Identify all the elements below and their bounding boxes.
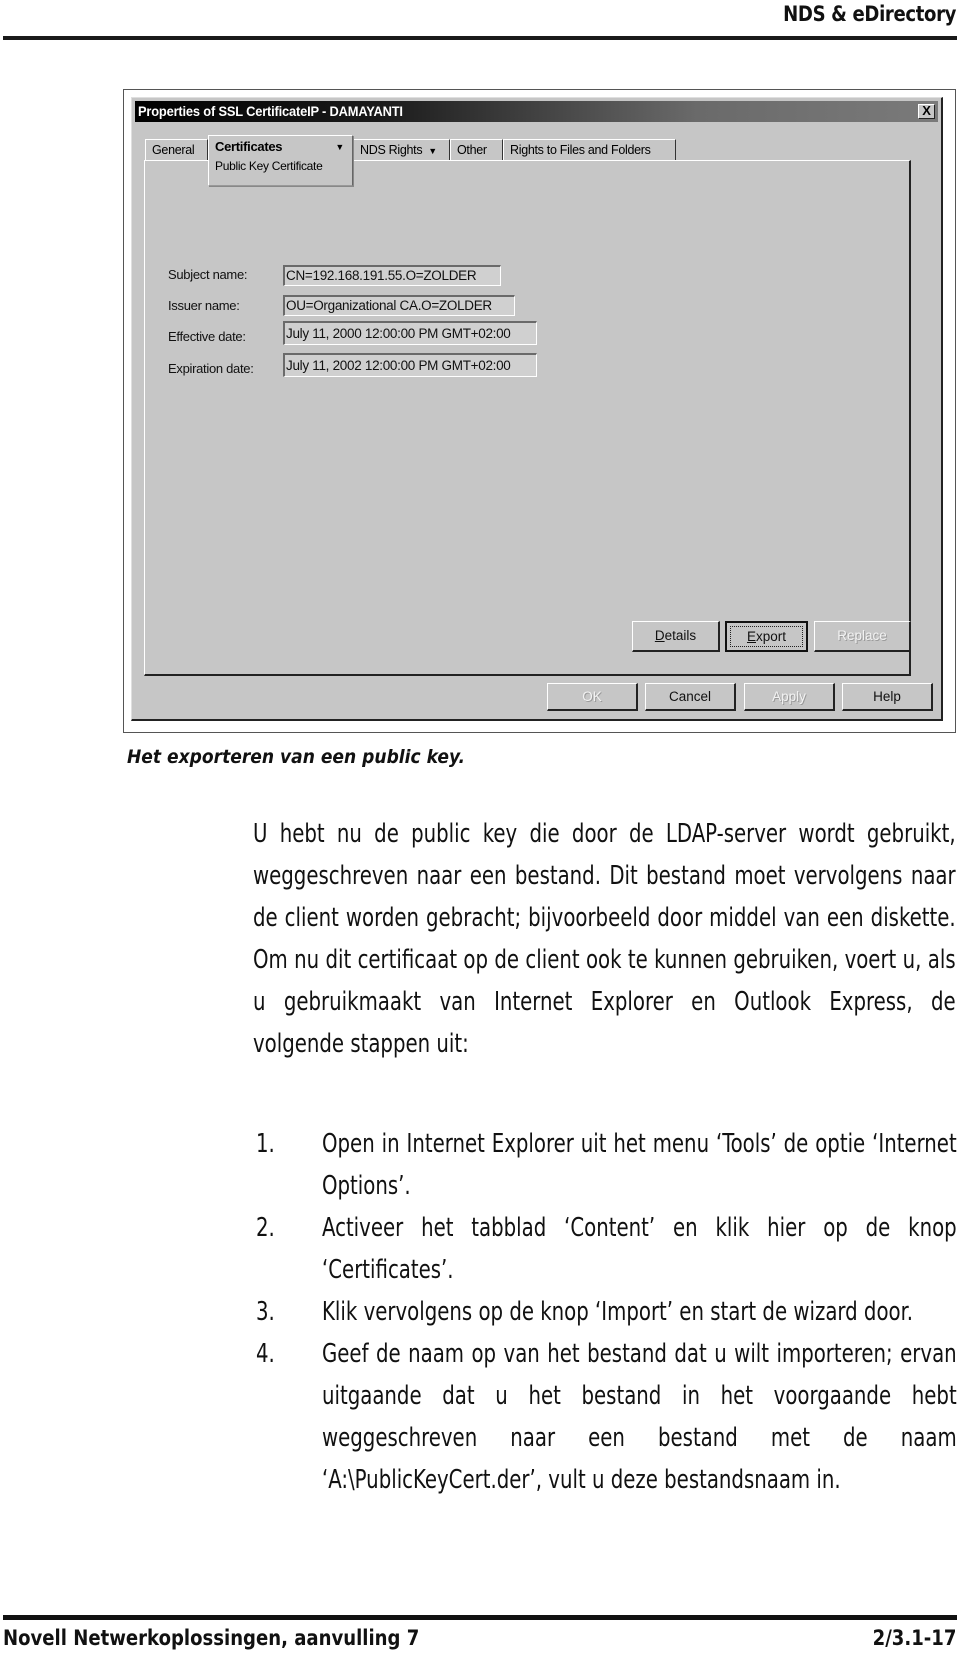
certificate-panel: Subject name: CN=192.168.191.55.O=ZOLDER… [144, 160, 911, 676]
step-number: 1. [256, 1129, 275, 1159]
body-intro: U hebt nu de public key die door de LDAP… [253, 819, 956, 1059]
export-button[interactable]: Export [725, 621, 808, 652]
details-label: etails [664, 628, 697, 643]
running-head: NDS & eDirectory [783, 2, 956, 26]
effective-date-label: Effective date: [168, 329, 246, 344]
list-item: 1. Open in Internet Explorer uit het men… [256, 1123, 957, 1207]
details-hotkey: D [654, 628, 665, 643]
expiration-date-field[interactable]: July 11, 2002 12:00:00 PM GMT+02:00 [283, 353, 537, 377]
step-text: Open in Internet Explorer uit het menu ‘… [322, 1129, 957, 1201]
tab-certificates[interactable]: Certificates ▼ Public Key Certificate [208, 135, 353, 186]
chevron-down-icon[interactable]: ▼ [428, 146, 437, 156]
step-number: 3. [256, 1297, 275, 1327]
tab-nds-rights[interactable]: NDS Rights ▼ [353, 139, 450, 161]
body-paragraph: U hebt nu de public key die door de LDAP… [253, 813, 956, 1065]
list-item: 4. Geef de naam op van het bestand dat u… [256, 1333, 957, 1501]
tab-general[interactable]: General [145, 139, 208, 161]
tab-label: NDS Rights [360, 143, 423, 157]
header-rule [3, 36, 957, 40]
tab-label: Other [457, 143, 487, 157]
figure-caption: Het exporteren van een public key. [127, 746, 466, 768]
footer-rule [3, 1615, 957, 1620]
step-number: 4. [256, 1339, 275, 1369]
step-text: Geef de naam op van het bestand dat u wi… [322, 1339, 957, 1495]
help-button[interactable]: Help [842, 683, 933, 711]
subject-name-field[interactable]: CN=192.168.191.55.O=ZOLDER [283, 265, 501, 286]
step-number: 2. [256, 1213, 275, 1243]
list-item: 2. Activeer het tabblad ‘Content’ en kli… [256, 1207, 957, 1291]
close-button[interactable]: X [918, 104, 935, 119]
tab-label: Certificates [215, 139, 283, 154]
effective-date-field[interactable]: July 11, 2000 12:00:00 PM GMT+02:00 [283, 321, 537, 345]
tab-sublabel-public-key-certificate[interactable]: Public Key Certificate [215, 158, 352, 174]
dialog-title: Properties of SSL CertificateIP - DAMAYA… [138, 103, 403, 119]
apply-button[interactable]: Apply [744, 683, 835, 711]
details-button[interactable]: Details [632, 621, 720, 652]
issuer-name-label: Issuer name: [168, 298, 240, 313]
replace-button[interactable]: Replace [814, 621, 911, 652]
close-icon: X [922, 103, 931, 118]
footer-publication: Novell Netwerkoplossingen, aanvulling 7 [3, 1626, 420, 1650]
dialog-titlebar[interactable]: Properties of SSL CertificateIP - DAMAYA… [135, 101, 938, 122]
ok-button[interactable]: OK [547, 683, 638, 711]
step-text: Klik vervolgens op de knop ‘Import’ en s… [322, 1297, 913, 1327]
properties-dialog: Properties of SSL CertificateIP - DAMAYA… [131, 97, 943, 721]
tab-rights-to-files-and-folders[interactable]: Rights to Files and Folders [503, 139, 676, 161]
chevron-down-icon[interactable]: ▼ [335, 136, 344, 158]
issuer-name-field[interactable]: OU=Organizational CA.O=ZOLDER [283, 295, 515, 316]
tab-label: Rights to Files and Folders [510, 143, 651, 157]
cancel-button[interactable]: Cancel [645, 683, 736, 711]
expiration-date-label: Expiration date: [168, 361, 254, 376]
page-number: 2/3.1-17 [872, 1626, 956, 1650]
focus-ring [730, 626, 803, 647]
subject-name-label: Subject name: [168, 267, 248, 282]
step-text: Activeer het tabblad ‘Content’ en klik h… [322, 1213, 957, 1285]
list-item: 3. Klik vervolgens op de knop ‘Import’ e… [256, 1291, 956, 1333]
tab-other[interactable]: Other [450, 139, 503, 161]
steps-list: 1. Open in Internet Explorer uit het men… [256, 1123, 957, 1501]
tab-label: General [152, 143, 195, 157]
